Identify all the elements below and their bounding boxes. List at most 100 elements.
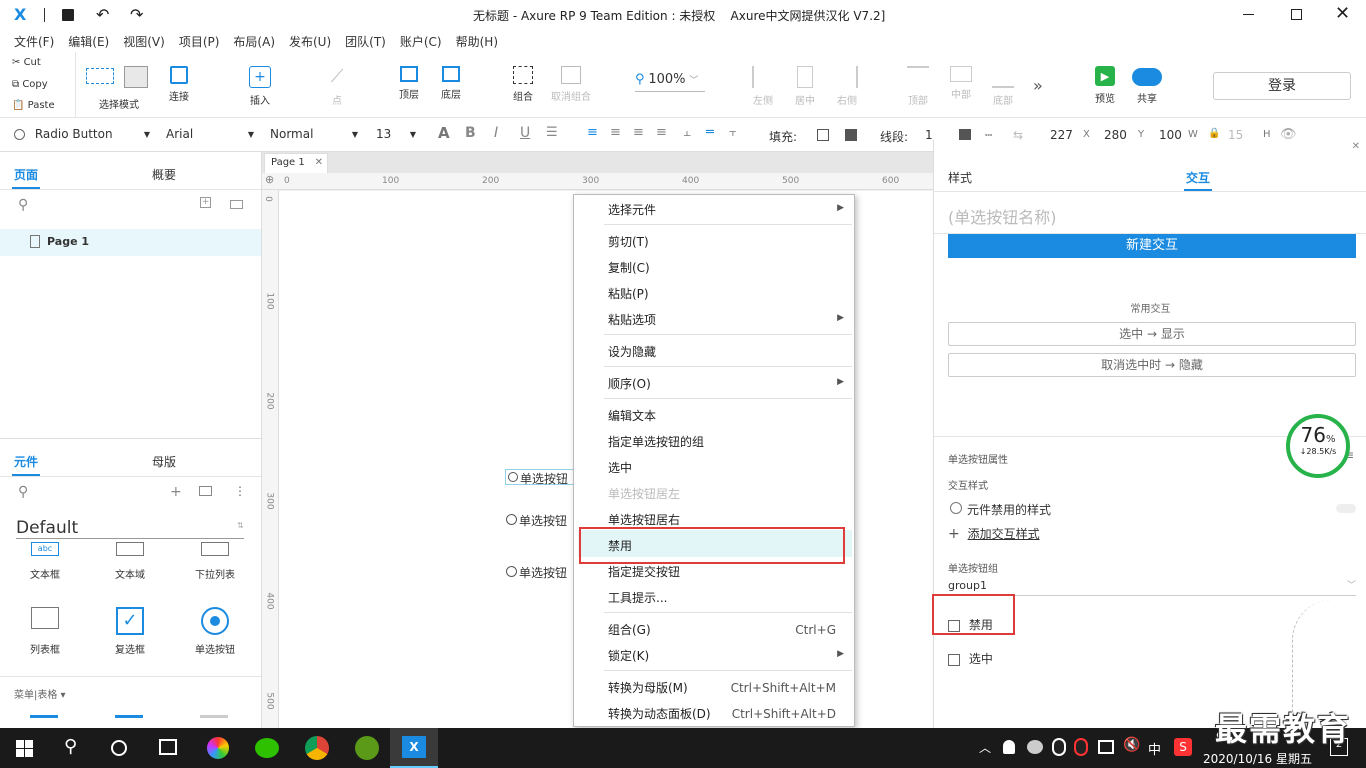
menu-widget-icon[interactable] [30,715,58,723]
more-tools-icon[interactable]: » [1033,76,1043,95]
widget-checkbox[interactable]: ✓ 复选框 [105,607,155,656]
windows-start-icon[interactable] [16,740,33,757]
align-text-left-icon[interactable]: ≡ [587,125,598,140]
widget-dropdown[interactable]: 下拉列表 [190,542,240,581]
select-mode-button[interactable]: 选择模式 [86,66,152,111]
tree-widget-icon[interactable] [200,715,228,723]
widget-radio[interactable]: 单选按钮 [190,607,240,656]
tray-wechat-icon[interactable] [1027,740,1043,754]
redo-icon[interactable]: ↷ [130,5,143,24]
widget-listbox[interactable]: 列表框 [20,607,70,656]
ctx-tooltip[interactable]: 工具提示... [608,589,667,606]
widget-textarea[interactable]: 文本域 [105,542,155,581]
toggle-icon[interactable] [1336,504,1356,513]
new-interaction-button[interactable]: 新建交互 [948,234,1356,258]
on-unselect-hide-button[interactable]: 取消选中时 → 隐藏 [948,353,1356,377]
selected-checkbox[interactable]: 选中 [948,650,993,667]
tab-outline[interactable]: 概要 [152,166,176,183]
search-icon[interactable]: ⚲ [64,736,77,757]
canvas-radio-selected[interactable]: 单选按钮 [505,469,575,486]
ctx-convert-master[interactable]: 转换为母版(M) [608,679,688,696]
widget-search-icon[interactable]: ⚲ [18,484,28,500]
font-style-select[interactable]: Normal ▼ [270,127,358,141]
section-menu-table[interactable]: 菜单|表格 ▾ [14,686,66,701]
share-button[interactable]: 共享 [1130,66,1164,105]
close-panel-icon[interactable]: ✕ [1352,141,1360,152]
wechat-icon[interactable] [255,738,279,758]
align-middle-button[interactable]: 中部 [948,66,974,101]
tab-widgets[interactable]: 元件 [14,453,38,470]
tray-notify-icon[interactable] [1003,740,1015,754]
minimize-button[interactable] [1243,14,1254,15]
italic-icon[interactable]: I [494,125,498,141]
ctx-lock[interactable]: 锁定(K) [608,647,649,664]
paste-button[interactable]: 📋 Paste [12,100,55,111]
lock-icon[interactable]: 🔒 [1208,128,1220,139]
tab-interactions[interactable]: 交互 [1186,169,1210,186]
network-speed-widget[interactable]: 76% ↓28.5K/s [1286,414,1350,478]
bring-top-button[interactable]: 顶层 [393,66,425,101]
bullets-icon[interactable]: ☰ [546,125,558,140]
scroll-updown-icon[interactable]: ⇅ [237,521,244,530]
undo-icon[interactable]: ↶ [96,5,109,24]
zoom-control[interactable]: ⚲ 100% ﹀ [635,72,705,92]
menu-edit[interactable]: 编辑(E) [61,30,116,53]
maximize-button[interactable] [1291,9,1302,20]
on-select-show-button[interactable]: 选中 → 显示 [948,322,1356,346]
task-view-icon[interactable] [159,739,177,755]
app-green-icon[interactable] [355,736,379,760]
point-button[interactable]: ⟋ 点 [322,66,352,107]
justify-icon[interactable]: ≡ [656,125,667,140]
widget-type-select[interactable]: Radio Button ▼ [14,127,150,141]
ctx-select-widget[interactable]: 选择元件 [608,201,656,218]
font-size-select[interactable]: 13 ▼ [376,127,416,141]
app-colorful-icon[interactable] [207,737,229,759]
ruler-origin-icon[interactable]: ⊕ [265,173,274,186]
ctx-assign-group[interactable]: 指定单选按钮的组 [608,433,704,450]
copy-button[interactable]: ⧉ Copy [12,79,48,90]
library-copy-icon[interactable] [199,486,212,496]
preview-button[interactable]: ▶ 预览 [1091,66,1119,105]
ctx-copy[interactable]: 复制(C) [608,259,650,276]
menu-file[interactable]: 文件(F) [7,30,61,53]
close-button[interactable]: ✕ [1335,3,1350,24]
valign-middle-icon[interactable]: ═ [706,125,714,140]
line-width-value[interactable]: 1 [925,128,933,142]
tray-chevron-icon[interactable]: ︿ [979,739,991,756]
axure-taskbar-icon[interactable]: X [390,728,438,768]
insert-button[interactable]: + 插入 [240,66,280,107]
ctx-paste-options[interactable]: 粘贴选项 [608,311,656,328]
ctx-submit-button[interactable]: 指定提交按钮 [608,563,680,580]
connect-button[interactable]: 连接 [160,66,198,103]
tab-style[interactable]: 样式 [948,169,972,186]
ime-indicator[interactable]: 中 [1148,739,1161,758]
folder-icon[interactable] [230,200,243,209]
add-library-icon[interactable]: + [170,484,182,500]
align-text-center-icon[interactable]: ≡ [610,125,621,140]
tray-qq-icon[interactable] [1052,738,1066,756]
library-select[interactable]: Default [16,518,244,539]
add-interaction-style-link[interactable]: + 添加交互样式 [948,525,1040,542]
font-family-select[interactable]: Arial ▼ [166,127,254,141]
menu-view[interactable]: 视图(V) [116,30,172,53]
clock-date[interactable]: 2020/10/16 星期五 [1203,750,1312,767]
canvas-radio-3[interactable]: 单选按钮 [505,564,575,580]
ungroup-button[interactable]: 取消组合 [547,66,595,103]
bold-icon[interactable]: B [465,125,476,141]
cortana-icon[interactable] [111,740,127,756]
shadow-swatch[interactable] [845,129,857,141]
page-tab[interactable]: Page 1 ✕ [264,153,328,173]
align-top-button[interactable]: 顶部 [905,66,931,107]
valign-top-icon[interactable]: ⫠ [683,125,691,140]
ctx-cut[interactable]: 剪切(T) [608,233,649,250]
canvas-radio-2[interactable]: 单选按钮 [505,512,575,528]
menu-publish[interactable]: 发布(U) [282,30,338,53]
tray-network-icon[interactable] [1098,740,1114,754]
align-right-button[interactable]: 右侧 [834,66,860,107]
more-icon[interactable]: ⋮ [234,484,246,498]
chrome-icon[interactable] [305,736,329,760]
menu-project[interactable]: 项目(P) [172,30,227,53]
save-icon[interactable] [62,9,74,21]
tray-qq2-icon[interactable] [1074,738,1088,756]
valign-bottom-icon[interactable]: ⫟ [729,125,737,140]
